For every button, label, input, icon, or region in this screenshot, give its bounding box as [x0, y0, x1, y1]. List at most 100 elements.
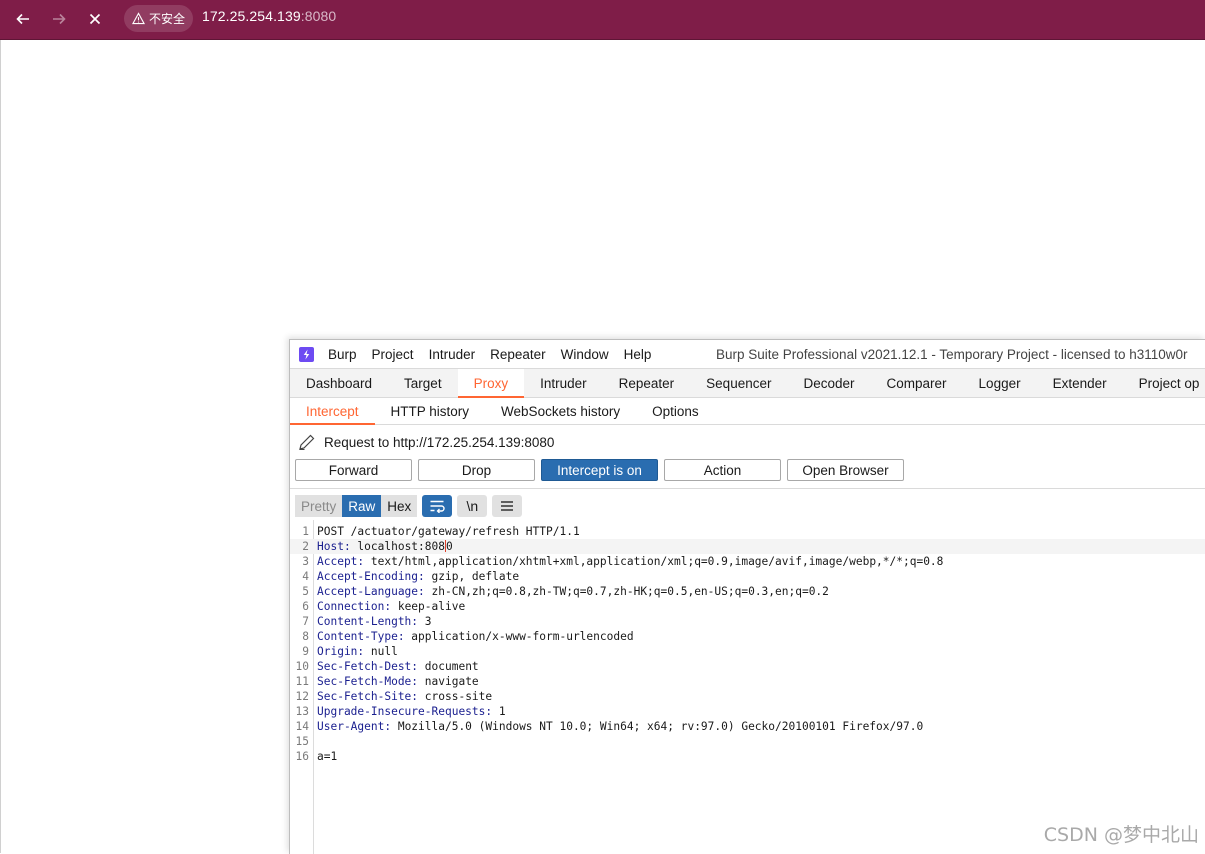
line-text: User-Agent: Mozilla/5.0 (Windows NT 10.0…: [317, 719, 923, 734]
url-host: 172.25.254.139: [202, 8, 301, 24]
request-line[interactable]: 16 a=1: [290, 749, 1205, 764]
request-line[interactable]: 5 Accept-Language: zh-CN,zh;q=0.8,zh-TW;q…: [290, 584, 1205, 599]
pencil-icon: [299, 434, 315, 450]
request-line[interactable]: 2 Host: localhost:8080: [290, 539, 1205, 554]
tab-project-options[interactable]: Project op: [1123, 369, 1205, 397]
line-number: 10: [295, 660, 309, 673]
not-secure-badge[interactable]: 不安全: [124, 5, 194, 32]
header-value: cross-site: [418, 690, 493, 703]
request-line[interactable]: 7 Content-Length: 3: [290, 614, 1205, 629]
tab-proxy[interactable]: Proxy: [457, 369, 525, 398]
request-line[interactable]: 8 Content-Type: application/x-www-form-ur…: [290, 629, 1205, 644]
header-value: keep-alive: [391, 600, 466, 613]
tab-comparer[interactable]: Comparer: [871, 369, 963, 397]
tab-extender[interactable]: Extender: [1037, 369, 1123, 397]
tab-websockets-history[interactable]: WebSockets history: [485, 398, 636, 424]
line-number: 8: [302, 630, 309, 643]
line-number: 6: [302, 600, 309, 613]
request-line[interactable]: 4 Accept-Encoding: gzip, deflate: [290, 569, 1205, 584]
stop-loading-icon[interactable]: [80, 4, 110, 34]
tab-intercept[interactable]: Intercept: [290, 398, 375, 425]
header-name: Origin:: [317, 645, 365, 658]
tab-http-history[interactable]: HTTP history: [375, 398, 486, 424]
address-bar[interactable]: 172.25.254.139:8080: [202, 8, 336, 24]
header-name: Host:: [317, 540, 351, 553]
header-value: POST /actuator/gateway/refresh HTTP/1.1: [317, 525, 580, 538]
line-text: Content-Length: 3: [317, 614, 432, 629]
burp-menubar: Burp Project Intruder Repeater Window He…: [290, 340, 1205, 368]
raw-view-button[interactable]: Raw: [342, 495, 382, 517]
request-line[interactable]: 15: [290, 734, 1205, 749]
request-line[interactable]: 9 Origin: null: [290, 644, 1205, 659]
header-name: Upgrade-Insecure-Requests:: [317, 705, 493, 718]
line-number: 11: [295, 675, 309, 688]
request-line[interactable]: 3 Accept: text/html,application/xhtml+xml…: [290, 554, 1205, 569]
line-text: a=1: [317, 749, 337, 764]
line-number: 2: [302, 540, 309, 553]
line-text: Origin: null: [317, 644, 398, 659]
header-value: text/html,application/xhtml+xml,applicat…: [364, 555, 944, 568]
header-name: Accept-Encoding:: [317, 570, 425, 583]
line-number: 12: [295, 690, 309, 703]
tab-target[interactable]: Target: [388, 369, 458, 397]
forward-icon[interactable]: [44, 4, 74, 34]
intercept-buttons: Forward Drop Intercept is on Action Open…: [290, 457, 1205, 483]
request-line[interactable]: 12 Sec-Fetch-Site: cross-site: [290, 689, 1205, 704]
line-text: Upgrade-Insecure-Requests: 1: [317, 704, 506, 719]
line-number: 7: [302, 615, 309, 628]
menu-icon[interactable]: [492, 495, 523, 517]
pretty-view-button[interactable]: Pretty: [295, 495, 343, 517]
header-value: application/x-www-form-urlencoded: [404, 630, 634, 643]
tab-sequencer[interactable]: Sequencer: [690, 369, 787, 397]
tab-intruder[interactable]: Intruder: [524, 369, 603, 397]
drop-button[interactable]: Drop: [418, 459, 535, 481]
tab-logger[interactable]: Logger: [963, 369, 1037, 397]
line-text: Host: localhost:8080: [317, 539, 453, 554]
line-text: Content-Type: application/x-www-form-url…: [317, 629, 634, 644]
header-name: Accept-Language:: [317, 585, 425, 598]
intercept-toggle-button[interactable]: Intercept is on: [541, 459, 658, 481]
line-text: Sec-Fetch-Mode: navigate: [317, 674, 479, 689]
menu-project[interactable]: Project: [372, 347, 414, 362]
word-wrap-icon[interactable]: [422, 495, 453, 517]
burp-logo-icon: [299, 346, 314, 362]
request-line[interactable]: 10 Sec-Fetch-Dest: document: [290, 659, 1205, 674]
request-line[interactable]: 13 Upgrade-Insecure-Requests: 1: [290, 704, 1205, 719]
tab-decoder[interactable]: Decoder: [787, 369, 870, 397]
menu-help[interactable]: Help: [624, 347, 652, 362]
line-number: 5: [302, 585, 309, 598]
menu-intruder[interactable]: Intruder: [429, 347, 476, 362]
header-name: Sec-Fetch-Site:: [317, 690, 419, 703]
open-browser-button[interactable]: Open Browser: [787, 459, 904, 481]
tab-options[interactable]: Options: [636, 398, 715, 424]
tab-dashboard[interactable]: Dashboard: [290, 369, 388, 397]
not-secure-label: 不安全: [149, 12, 186, 26]
header-value: gzip, deflate: [424, 570, 520, 583]
line-text: Accept: text/html,application/xhtml+xml,…: [317, 554, 943, 569]
line-number: 14: [295, 720, 309, 733]
show-newlines-button[interactable]: \n: [457, 495, 488, 517]
header-value: a=1: [317, 750, 338, 763]
action-button[interactable]: Action: [664, 459, 781, 481]
hex-view-button[interactable]: Hex: [381, 495, 418, 517]
forward-button[interactable]: Forward: [295, 459, 412, 481]
request-editor[interactable]: 1 POST /actuator/gateway/refresh HTTP/1.1…: [290, 520, 1205, 854]
request-line[interactable]: 14 User-Agent: Mozilla/5.0 (Windows NT 10…: [290, 719, 1205, 734]
menu-window[interactable]: Window: [561, 347, 609, 362]
back-icon[interactable]: [8, 4, 38, 34]
header-value: null: [364, 645, 398, 658]
line-number: 15: [295, 735, 309, 748]
page-edge: [0, 40, 1, 853]
request-line[interactable]: 6 Connection: keep-alive: [290, 599, 1205, 614]
request-line[interactable]: 11 Sec-Fetch-Mode: navigate: [290, 674, 1205, 689]
header-name: User-Agent:: [317, 720, 392, 733]
tab-repeater[interactable]: Repeater: [603, 369, 691, 397]
request-to-label: Request to http://172.25.254.139:8080: [324, 434, 555, 450]
line-number: 13: [295, 705, 309, 718]
header-name: Content-Length:: [317, 615, 419, 628]
browser-toolbar: 不安全 172.25.254.139:8080: [0, 0, 1205, 40]
request-line[interactable]: 1 POST /actuator/gateway/refresh HTTP/1.1: [290, 524, 1205, 539]
menu-repeater[interactable]: Repeater: [490, 347, 546, 362]
menu-burp[interactable]: Burp: [328, 347, 357, 362]
header-value: 1: [492, 705, 506, 718]
